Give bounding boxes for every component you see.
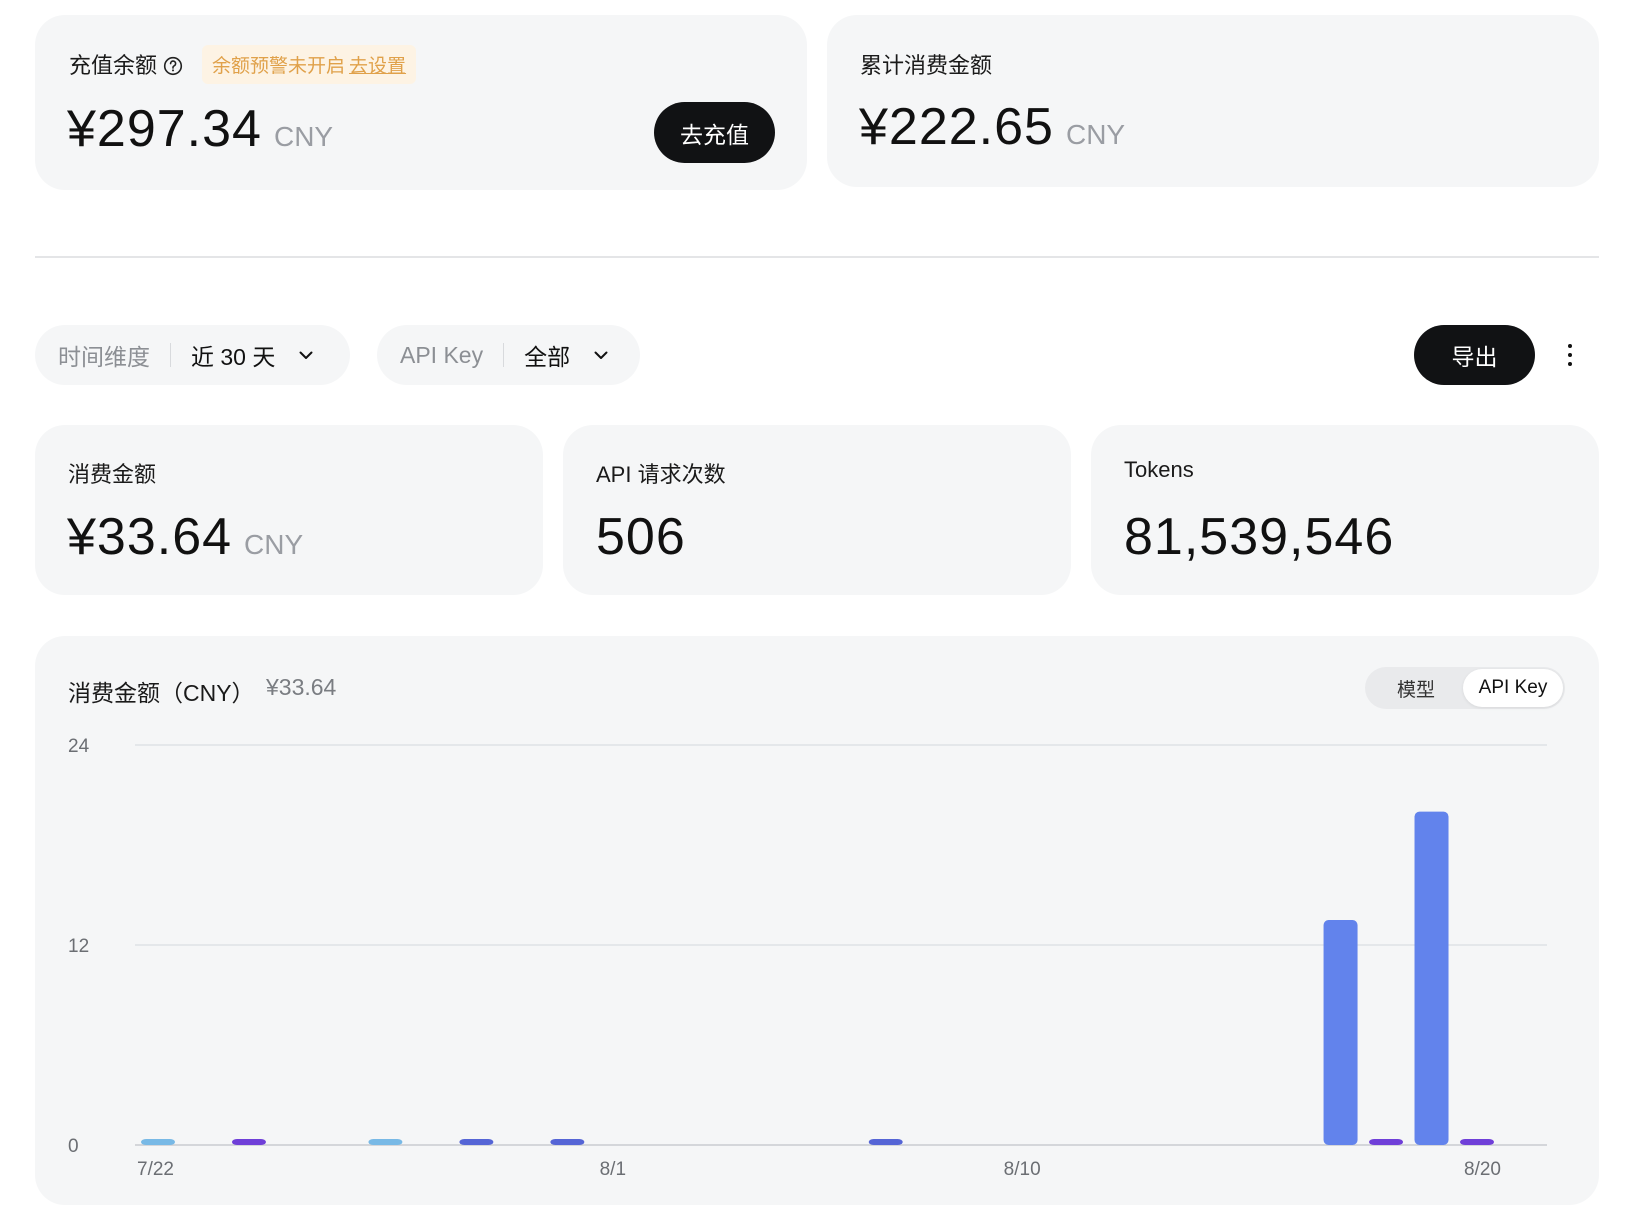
y-tick-label: 24 <box>68 736 90 757</box>
tokens-stat-label: Tokens <box>1124 457 1194 482</box>
balance-amount: ¥297.34 <box>67 100 262 158</box>
more-options-icon[interactable] <box>1564 340 1576 370</box>
filter-separator <box>503 343 505 367</box>
balance-currency: CNY <box>273 121 334 152</box>
spend-stat-label: 消费金额 <box>68 462 157 487</box>
spend-stat-currency: CNY <box>244 529 304 560</box>
tokens-stat-value-row: 81,539,546 <box>1124 507 1394 567</box>
tokens-stat-card: Tokens 81,539,546 <box>1091 425 1599 595</box>
chart-bar[interactable] <box>1460 1139 1494 1145</box>
apikey-filter-label: API Key <box>400 341 484 368</box>
export-button[interactable]: 导出 <box>1414 325 1535 385</box>
chart-bar[interactable] <box>868 1139 903 1145</box>
spend-stat-value-row: ¥33.64 CNY <box>67 507 303 567</box>
time-filter-value: 近 30 天 <box>191 344 276 370</box>
apikey-filter-value: 全部 <box>524 344 571 370</box>
total-spend-amount: ¥222.65 <box>859 98 1054 156</box>
chart-bar[interactable] <box>459 1139 494 1145</box>
chart-bar[interactable] <box>141 1139 175 1145</box>
requests-stat-label: API 请求次数 <box>596 462 726 487</box>
balance-card: 充值余额 余额预警未开启 去设置 ¥297.34 CNY 去充值 <box>35 15 807 190</box>
chevron-down-icon <box>297 346 315 364</box>
section-divider <box>35 256 1599 258</box>
x-tick-label: 8/20 <box>1464 1159 1501 1180</box>
recharge-button[interactable]: 去充值 <box>654 102 775 163</box>
help-icon[interactable] <box>163 56 183 76</box>
y-tick-label: 12 <box>68 936 89 957</box>
x-tick-label: 8/10 <box>1004 1159 1041 1180</box>
y-tick-label: 0 <box>68 1136 79 1157</box>
chart-bar[interactable] <box>368 1139 403 1145</box>
x-tick-label: 8/1 <box>600 1159 626 1180</box>
tokens-stat-value: 81,539,546 <box>1124 508 1395 566</box>
chart-bar[interactable] <box>1414 811 1449 1145</box>
spend-stat-value: ¥33.64 <box>67 508 233 566</box>
chart-bar[interactable] <box>1323 920 1358 1145</box>
spend-stat-card: 消费金额 ¥33.64 CNY <box>35 425 543 595</box>
total-spend-amount-row: ¥222.65 CNY <box>859 97 1125 157</box>
balance-warning-badge: 余额预警未开启 去设置 <box>202 45 417 84</box>
balance-label-row: 充值余额 <box>69 48 183 80</box>
chart-bar[interactable] <box>1369 1139 1404 1145</box>
spend-chart-card: 消费金额（CNY） ¥33.64 模型 API Key 0 12 24 7/22 8/1… <box>35 636 1599 1205</box>
warning-text: 余额预警未开启 <box>212 56 346 77</box>
chart-bar[interactable] <box>550 1139 585 1145</box>
filter-separator <box>170 343 171 367</box>
total-spend-card: 累计消费金额 ¥222.65 CNY <box>827 15 1599 187</box>
balance-amount-row: ¥297.34 CNY <box>67 99 333 159</box>
spend-bar-chart: 0 12 24 7/22 8/1 8/10 8/20 <box>68 736 1547 1180</box>
x-tick-label: 7/22 <box>137 1159 174 1180</box>
balance-label: 充值余额 <box>69 53 158 78</box>
time-filter-dropdown[interactable]: 时间维度 近 30 天 <box>35 325 350 385</box>
apikey-filter-dropdown[interactable]: API Key 全部 <box>377 325 640 385</box>
warning-settings-link[interactable]: 去设置 <box>349 56 406 77</box>
total-spend-currency: CNY <box>1065 119 1126 150</box>
requests-stat-value-row: 506 <box>596 507 686 567</box>
requests-stat-card: API 请求次数 506 <box>563 425 1071 595</box>
chart-bar[interactable] <box>231 1139 266 1145</box>
chevron-down-icon <box>592 346 610 364</box>
time-filter-label: 时间维度 <box>58 344 150 370</box>
total-spend-label: 累计消费金额 <box>860 53 993 78</box>
requests-stat-value: 506 <box>596 508 686 566</box>
